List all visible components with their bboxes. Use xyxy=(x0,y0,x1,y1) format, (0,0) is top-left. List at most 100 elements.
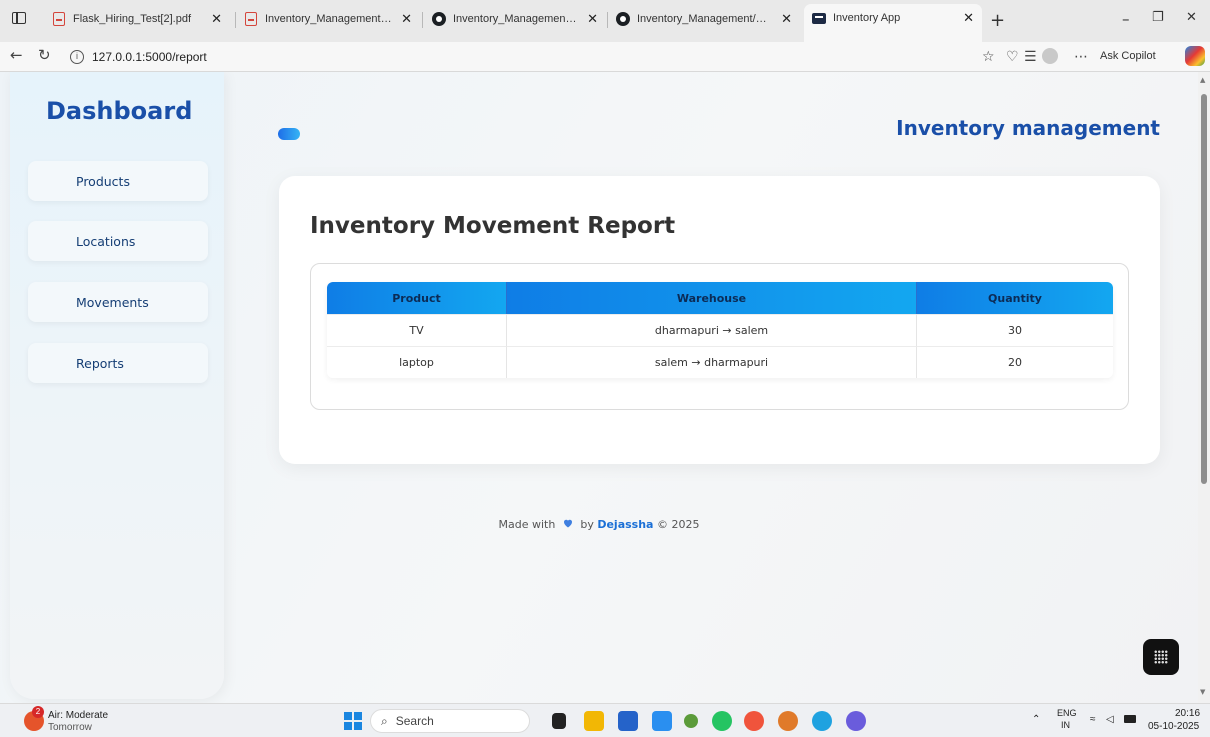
tab-inventory-management-system[interactable]: Inventory_Management_System_ ✕ xyxy=(236,6,420,32)
clock-time[interactable]: 20:16 xyxy=(1175,708,1200,719)
tab-readme-1[interactable]: Inventory_Management/README ✕ xyxy=(424,6,606,32)
tab-actions-icon[interactable] xyxy=(12,12,26,24)
cell-product: laptop xyxy=(327,346,507,378)
show-hidden-icons[interactable]: ⌃ xyxy=(1032,714,1040,725)
table-row: laptop salem → dharmapuri 20 xyxy=(327,346,1113,378)
scroll-up-icon[interactable]: ▲ xyxy=(1200,76,1205,84)
brand-title: Inventory management xyxy=(896,116,1160,140)
file-explorer-icon[interactable] xyxy=(584,711,604,731)
cell-quantity: 30 xyxy=(917,314,1113,346)
footer-by: by xyxy=(580,518,594,531)
site-info-icon[interactable]: i xyxy=(70,50,84,64)
sidebar-item-movements[interactable]: Movements xyxy=(28,282,208,322)
weather-subtitle[interactable]: Tomorrow xyxy=(48,722,92,733)
mongodb-icon[interactable] xyxy=(684,714,698,728)
windows-start-icon[interactable] xyxy=(344,712,362,730)
close-icon[interactable]: ✕ xyxy=(401,11,412,27)
close-icon[interactable]: ✕ xyxy=(211,11,222,27)
back-icon[interactable]: ← xyxy=(10,46,23,64)
address-bar[interactable]: i 127.0.0.1:5000/report xyxy=(70,46,970,68)
copilot-app-icon[interactable] xyxy=(778,711,798,731)
sidebar-toggle-button[interactable] xyxy=(278,128,300,140)
scroll-down-icon[interactable]: ▼ xyxy=(1200,688,1205,696)
tab-label: Inventory App xyxy=(833,12,901,24)
search-placeholder: Search xyxy=(395,714,434,728)
language-indicator[interactable]: ENG xyxy=(1057,708,1077,718)
taskbar: 2 Air: Moderate Tomorrow ⌕ Search ⌃ ENG … xyxy=(0,703,1210,737)
weather-badge: 2 xyxy=(32,706,44,718)
app-icon xyxy=(812,11,826,25)
table-row: TV dharmapuri → salem 30 xyxy=(327,314,1113,346)
close-icon[interactable]: ✕ xyxy=(781,11,792,27)
blackbox-icon xyxy=(1154,650,1168,664)
favorite-star-icon[interactable]: ☆ xyxy=(982,49,995,65)
edge-icon[interactable] xyxy=(812,711,832,731)
ask-copilot-button[interactable]: Ask Copilot xyxy=(1100,50,1156,62)
blackbox-extension-button[interactable] xyxy=(1143,639,1179,675)
tab-flask-hiring-test[interactable]: Flask_Hiring_Test[2].pdf ✕ xyxy=(44,6,230,32)
chrome-icon[interactable] xyxy=(744,711,764,731)
refresh-icon[interactable]: ↻ xyxy=(38,46,51,64)
footer: Made with by Dejassha © 2025 xyxy=(0,517,1198,531)
page-content: Dashboard Products Locations Movements R… xyxy=(0,72,1198,703)
language-region[interactable]: IN xyxy=(1061,720,1070,730)
sidebar-item-locations[interactable]: Locations xyxy=(28,221,208,261)
pdf-icon xyxy=(244,12,258,26)
footer-author-link[interactable]: Dejassha xyxy=(597,518,653,531)
new-tab-icon[interactable]: + xyxy=(990,10,1005,31)
close-icon[interactable]: ✕ xyxy=(587,11,598,27)
copilot-icon[interactable] xyxy=(1185,46,1205,66)
task-view-icon[interactable] xyxy=(552,713,566,729)
cell-warehouse: salem → dharmapuri xyxy=(507,346,917,378)
cell-quantity: 20 xyxy=(917,346,1113,378)
column-header-warehouse: Warehouse xyxy=(507,282,917,314)
browser-essentials-icon[interactable]: ♡ xyxy=(1006,49,1019,65)
search-icon: ⌕ xyxy=(381,713,388,728)
report-card: Inventory Movement Report Product Wareho… xyxy=(279,176,1160,464)
cell-product: TV xyxy=(327,314,507,346)
window-close-icon[interactable]: ✕ xyxy=(1186,10,1197,25)
sidebar-item-products[interactable]: Products xyxy=(28,161,208,201)
page-title: Inventory Movement Report xyxy=(310,213,676,239)
footer-prefix: Made with xyxy=(498,518,556,531)
scrollbar-thumb[interactable] xyxy=(1201,94,1207,484)
clock-date[interactable]: 05-10-2025 xyxy=(1148,721,1199,732)
copilot-pwa-icon[interactable] xyxy=(846,711,866,731)
close-icon[interactable]: ✕ xyxy=(963,10,974,26)
sidebar-item-reports[interactable]: Reports xyxy=(28,343,208,383)
restore-icon[interactable]: ❐ xyxy=(1152,10,1164,25)
page-scrollbar[interactable]: ▲ ▼ xyxy=(1198,72,1210,703)
whatsapp-icon[interactable] xyxy=(712,711,732,731)
battery-icon[interactable] xyxy=(1124,715,1136,723)
tab-label: Flask_Hiring_Test[2].pdf xyxy=(73,13,191,25)
volume-icon[interactable]: ◁ xyxy=(1106,714,1114,725)
tab-divider xyxy=(422,12,423,28)
tab-readme-2[interactable]: Inventory_Management/README ✕ xyxy=(608,6,800,32)
profile-avatar-icon[interactable] xyxy=(1042,48,1058,64)
table-container: Product Warehouse Quantity TV dharmapuri… xyxy=(310,263,1129,410)
url-text[interactable]: 127.0.0.1:5000/report xyxy=(92,50,207,64)
movement-report-table: Product Warehouse Quantity TV dharmapuri… xyxy=(327,282,1113,378)
word-icon[interactable] xyxy=(618,711,638,731)
taskbar-search[interactable]: ⌕ Search xyxy=(370,709,530,733)
tab-label: Inventory_Management/README xyxy=(637,13,773,25)
column-header-product: Product xyxy=(327,282,507,314)
wifi-icon[interactable]: ≈ xyxy=(1090,714,1096,725)
vscode-icon[interactable] xyxy=(652,711,672,731)
tab-label: Inventory_Management_System_ xyxy=(265,13,393,25)
weather-title[interactable]: Air: Moderate xyxy=(48,710,108,721)
sidebar-title: Dashboard xyxy=(46,97,193,125)
github-icon xyxy=(432,12,446,26)
favorites-icon[interactable]: ☰ xyxy=(1024,49,1037,65)
tab-inventory-app[interactable]: Inventory App ✕ xyxy=(804,4,982,42)
heart-icon xyxy=(563,519,572,528)
table-header-row: Product Warehouse Quantity xyxy=(327,282,1113,314)
browser-toolbar: ← ↻ i 127.0.0.1:5000/report ☆ ♡ ☰ ⋯ Ask … xyxy=(0,42,1210,72)
column-header-quantity: Quantity xyxy=(917,282,1113,314)
github-icon xyxy=(616,12,630,26)
sidebar: Dashboard Products Locations Movements R… xyxy=(10,72,224,699)
minimize-icon[interactable]: – xyxy=(1122,10,1130,28)
more-options-icon[interactable]: ⋯ xyxy=(1074,49,1088,65)
footer-copyright: © 2025 xyxy=(656,518,700,531)
cell-warehouse: dharmapuri → salem xyxy=(507,314,917,346)
